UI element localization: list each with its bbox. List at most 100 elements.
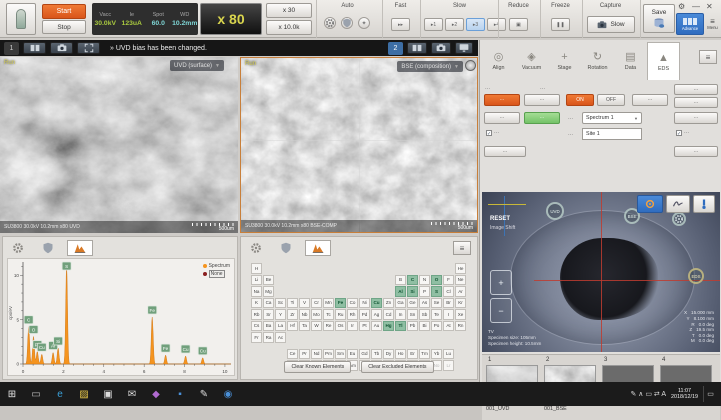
clear-known-elements-button[interactable]: Clear Known Elements [284,361,351,373]
pane2-split-button[interactable] [407,42,427,54]
ptable-settings-button[interactable] [245,241,267,255]
element-cell-At[interactable]: At [443,321,454,332]
detector-settings-button[interactable] [672,212,686,226]
element-cell-Eu[interactable]: Eu [347,349,358,360]
signal-select-dropdown[interactable]: UVD (surface)▼ [170,60,224,71]
eds-acquire-2-button[interactable]: ··· [524,112,560,124]
reset-button[interactable]: RESET [490,216,510,222]
element-cell-Sr[interactable]: Sr [263,309,274,320]
element-cell-Cl[interactable]: Cl [443,286,454,297]
tab-data[interactable]: ▤Data [614,42,647,80]
element-cell-Ce[interactable]: Ce [287,349,298,360]
element-cell-Ne[interactable]: Ne [455,275,466,286]
element-cell-Zr[interactable]: Zr [287,309,298,320]
element-cell-Nb[interactable]: Nb [299,309,310,320]
taskbar-start-icon[interactable]: ⊞ [0,382,24,406]
element-cell-Li[interactable]: Li [251,275,262,286]
settings-gear-icon[interactable]: ⚙ [678,2,685,11]
pane2-number-button[interactable]: 2 [388,42,403,55]
taskbar-task-view-icon[interactable]: ▭ [24,382,48,406]
element-cell-As[interactable]: As [419,298,430,309]
element-cell-Se[interactable]: Se [431,298,442,309]
element-cell-Fe[interactable]: Fe [335,298,346,309]
element-cell-Ho[interactable]: Ho [395,349,406,360]
element-cell-Pt[interactable]: Pt [359,321,370,332]
pane1-number-button[interactable]: 1 [4,42,19,55]
element-cell-Sc[interactable]: Sc [275,298,286,309]
taskbar-edge-icon[interactable]: e [48,382,72,406]
element-cell-Ru[interactable]: Ru [335,309,346,320]
taskbar-mail-icon[interactable]: ✉ [120,382,144,406]
element-cell-Ga[interactable]: Ga [395,298,406,309]
slow-scan-1-button[interactable]: ▸1 [424,18,443,31]
element-cell-K[interactable]: K [251,298,262,309]
tab-rotation[interactable]: ↻Rotation [581,42,614,80]
element-cell-C[interactable]: C [407,275,418,286]
element-cell-Br[interactable]: Br [443,298,454,309]
tab-eds[interactable]: ▲EDS [647,42,680,80]
eds-on-button[interactable]: ON [566,94,594,106]
element-cell-F[interactable]: F [443,275,454,286]
capture-button[interactable]: Slow [587,16,635,33]
element-cell-Pm[interactable]: Pm [323,349,334,360]
element-cell-Ti[interactable]: Ti [287,298,298,309]
eds-acquire-1-button[interactable]: ··· [484,112,520,124]
pane-settings-knob[interactable] [465,60,476,71]
element-cell-Dy[interactable]: Dy [383,349,394,360]
element-cell-Sb[interactable]: Sb [419,309,430,320]
camera-zoom-out-button[interactable]: − [490,298,512,323]
element-cell-Cd[interactable]: Cd [383,309,394,320]
element-cell-Cs[interactable]: Cs [251,321,262,332]
auto-focus-button[interactable] [324,17,336,29]
element-cell-Ta[interactable]: Ta [299,321,310,332]
spectrum-view-tab[interactable] [67,240,93,256]
signal-select-dropdown[interactable]: BSE (composition)▼ [397,61,463,72]
element-cell-P[interactable]: P [419,286,430,297]
taskbar-clock[interactable]: 11:07 2018/12/19 [671,388,698,401]
auto-stigma-button[interactable]: ✦ [358,17,370,29]
panel-menu-button[interactable]: ≡ [699,50,717,64]
advance-mode-button[interactable]: Advance [676,13,704,35]
element-cell-Pd[interactable]: Pd [359,309,370,320]
element-cell-Ni[interactable]: Ni [359,298,370,309]
element-cell-Cu[interactable]: Cu [371,298,382,309]
element-cell-Kr[interactable]: Kr [455,298,466,309]
taskbar-visual-app-icon[interactable]: ◆ [144,382,168,406]
element-cell-Ra[interactable]: Ra [263,332,274,343]
element-cell-Yb[interactable]: Yb [431,349,442,360]
element-cell-Hg[interactable]: Hg [383,321,394,332]
freeze-button[interactable]: ❚❚ [551,18,570,31]
element-cell-N[interactable]: N [419,275,430,286]
element-cell-Re[interactable]: Re [323,321,334,332]
eds-action-3-button[interactable]: ··· [632,94,668,106]
tab-align[interactable]: ◎Align [482,42,515,80]
spectrum-guard-button[interactable] [37,241,59,255]
mag-x30-button[interactable]: x 30 [266,3,312,18]
element-cell-Tc[interactable]: Tc [323,309,334,320]
element-cell-Ge[interactable]: Ge [407,298,418,309]
element-cell-Ba[interactable]: Ba [263,321,274,332]
clear-excluded-elements-button[interactable]: Clear Excluded Elements [361,361,433,373]
sem-image-pane-2[interactable]: Run BSE (composition)▼ SU3800 30.0kV 10.… [240,57,478,233]
taskbar-sem-app-icon[interactable]: ◉ [216,382,240,406]
element-cell-W[interactable]: W [311,321,322,332]
element-cell-Sn[interactable]: Sn [407,309,418,320]
element-cell-La[interactable]: La [275,321,286,332]
mag-x10k-button[interactable]: x 10.0k [266,20,312,35]
fast-scan-button[interactable]: ▸▸ [391,18,410,31]
element-cell-Mg[interactable]: Mg [263,286,274,297]
taskbar-store-icon[interactable]: ▣ [96,382,120,406]
element-cell-Lu[interactable]: Lu [443,349,454,360]
eds-bottom-right-button[interactable]: ··· [674,146,718,157]
element-cell-Be[interactable]: Be [263,275,274,286]
gun-status-button[interactable] [6,3,36,35]
pane1-split-button[interactable] [23,42,46,54]
tray-pen-icon[interactable]: ✎ ∧ ▭ ⇄ A [630,390,666,398]
element-cell-Co[interactable]: Co [347,298,358,309]
element-cell-S[interactable]: S [431,286,442,297]
tab-vacuum[interactable]: ◈Vacuum [515,42,548,80]
eds-checkbox-2[interactable]: ✓··· [676,130,689,136]
eds-bottom-left-button[interactable]: ··· [484,146,526,157]
pane2-capture-button[interactable] [431,42,451,54]
camera-zoom-in-button[interactable]: + [490,270,512,295]
